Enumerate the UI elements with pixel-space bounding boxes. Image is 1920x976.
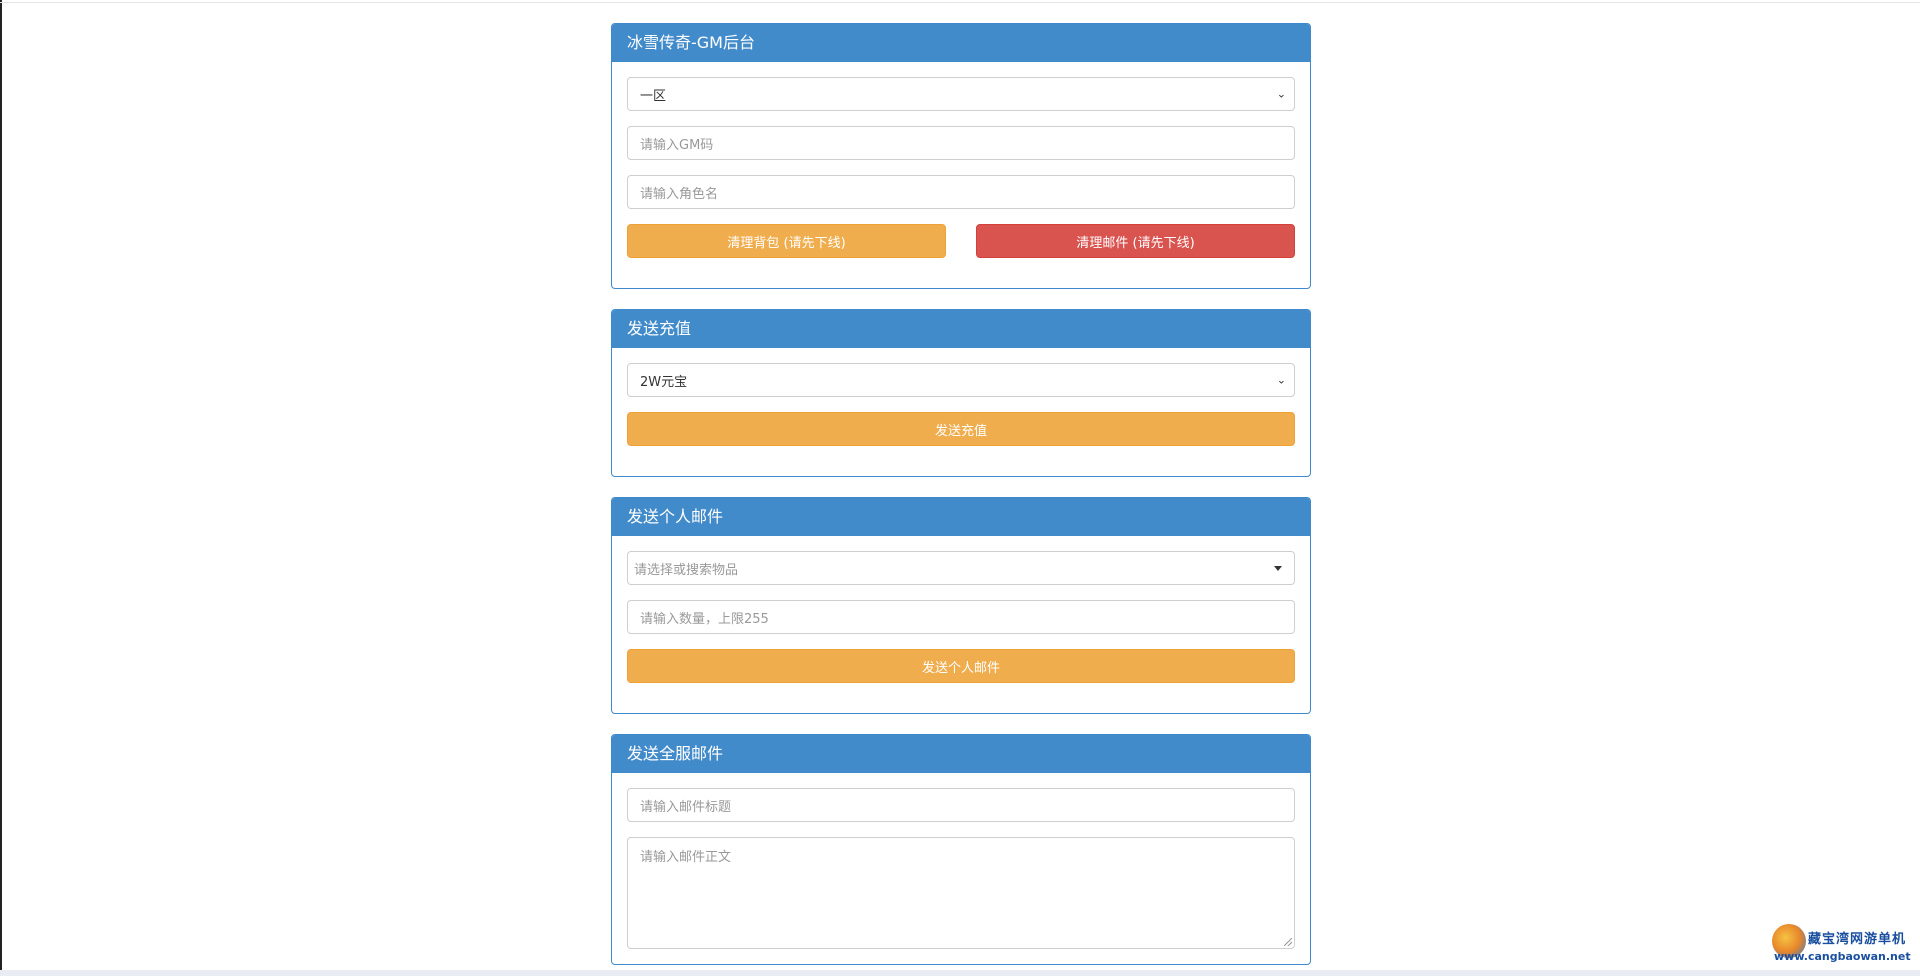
server-select[interactable]: 一区 ⌄: [627, 77, 1295, 111]
main-container: 冰雪传奇-GM后台 一区 ⌄ 请输入GM码 请输入角色名 清理背包 (请先下线)…: [611, 23, 1311, 976]
clear-mail-button[interactable]: 清理邮件 (请先下线): [976, 224, 1295, 258]
recharge-amount-value: 2W元宝: [640, 374, 688, 390]
page: 冰雪传奇-GM后台 一区 ⌄ 请输入GM码 请输入角色名 清理背包 (请先下线)…: [0, 0, 1920, 976]
send-recharge-button[interactable]: 发送充值: [627, 412, 1295, 446]
mail-subject-input[interactable]: 请输入邮件标题: [627, 788, 1295, 822]
quantity-input[interactable]: 请输入数量，上限255: [627, 600, 1295, 634]
server-select-value: 一区: [640, 88, 667, 104]
chevron-down-icon: ⌄: [1276, 373, 1286, 387]
recharge-panel: 发送充值 2W元宝 ⌄ 发送充值: [611, 309, 1311, 477]
recharge-amount-select[interactable]: 2W元宝 ⌄: [627, 363, 1295, 397]
role-name-input[interactable]: 请输入角色名: [627, 175, 1295, 209]
top-divider: [0, 2, 1920, 3]
mail-body-placeholder: 请输入邮件正文: [640, 850, 732, 865]
send-personal-mail-button[interactable]: 发送个人邮件: [627, 649, 1295, 683]
watermark-name: 藏宝湾网游单机: [1808, 932, 1907, 947]
gm-button-row: 清理背包 (请先下线) 清理邮件 (请先下线): [627, 224, 1295, 288]
server-mail-panel-title: 发送全服邮件: [612, 735, 1310, 773]
gm-panel-title: 冰雪传奇-GM后台: [612, 24, 1310, 62]
chevron-down-icon: ⌄: [1276, 87, 1286, 101]
server-mail-panel: 发送全服邮件 请输入邮件标题 请输入邮件正文: [611, 734, 1311, 965]
watermark: 藏宝湾网游单机 www.cangbaowan.net: [1772, 924, 1912, 968]
mail-body-textarea[interactable]: 请输入邮件正文: [627, 837, 1295, 949]
personal-mail-panel-title: 发送个人邮件: [612, 498, 1310, 536]
recharge-panel-title: 发送充值: [612, 310, 1310, 348]
resize-grip-icon[interactable]: [1284, 938, 1292, 946]
horizontal-scrollbar[interactable]: [0, 970, 1920, 976]
watermark-url: www.cangbaowan.net: [1774, 950, 1911, 963]
left-edge: [0, 0, 2, 976]
item-search-placeholder: 请选择或搜索物品: [634, 562, 739, 578]
clear-bag-button[interactable]: 清理背包 (请先下线): [627, 224, 946, 258]
personal-mail-panel: 发送个人邮件 请选择或搜索物品 请输入数量，上限255 发送个人邮件: [611, 497, 1311, 714]
gm-panel: 冰雪传奇-GM后台 一区 ⌄ 请输入GM码 请输入角色名 清理背包 (请先下线)…: [611, 23, 1311, 289]
caret-down-icon: [1274, 566, 1282, 571]
item-search-select[interactable]: 请选择或搜索物品: [627, 551, 1295, 585]
gm-code-input[interactable]: 请输入GM码: [627, 126, 1295, 160]
